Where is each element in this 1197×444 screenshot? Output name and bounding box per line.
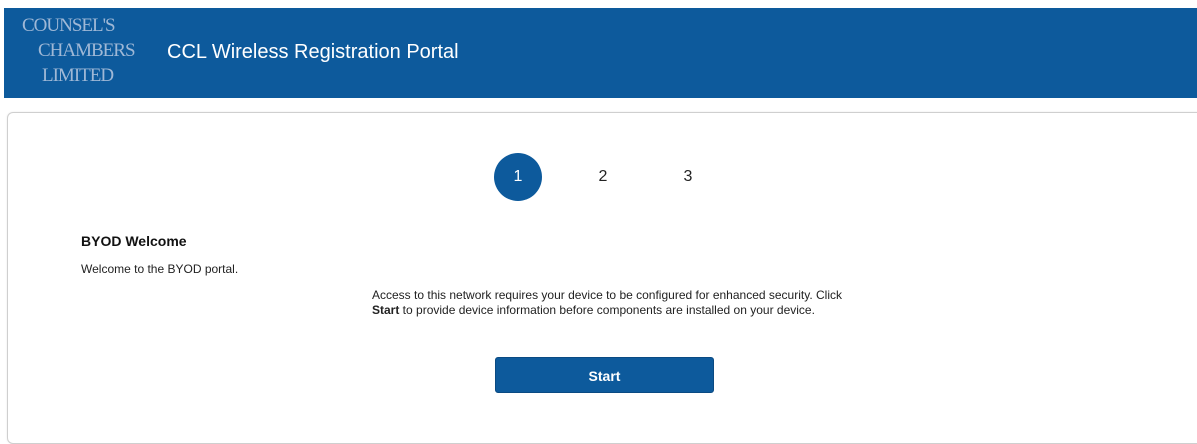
logo-line-1: COUNSEL'S xyxy=(22,15,116,36)
company-logo: COUNSEL'S CHAMBERS LIMITED xyxy=(22,13,136,88)
instructions-after: to provide device information before com… xyxy=(399,303,815,317)
step-2: 2 xyxy=(598,168,608,185)
logo-line-3: LIMITED xyxy=(42,65,114,86)
step-indicator: 1 2 3 BYOD Welcome Welcome to the BYOD p… xyxy=(8,113,1197,443)
step-3: 3 xyxy=(683,168,693,185)
welcome-text: Welcome to the BYOD portal. xyxy=(81,262,239,276)
welcome-heading: BYOD Welcome xyxy=(81,233,187,249)
instructions-text: Access to this network requires your dev… xyxy=(372,288,842,318)
start-button[interactable]: Start xyxy=(495,357,714,393)
logo-line-2: CHAMBERS xyxy=(38,40,136,61)
instructions-before: Access to this network requires your dev… xyxy=(372,288,843,302)
portal-title: CCL Wireless Registration Portal xyxy=(167,41,459,63)
step-1: 1 xyxy=(494,153,542,201)
instructions-start-keyword: Start xyxy=(372,303,400,317)
portal-header: COUNSEL'S CHAMBERS LIMITED CCL Wireless … xyxy=(4,8,1197,98)
content-panel: 1 2 3 BYOD Welcome Welcome to the BYOD p… xyxy=(7,112,1197,444)
